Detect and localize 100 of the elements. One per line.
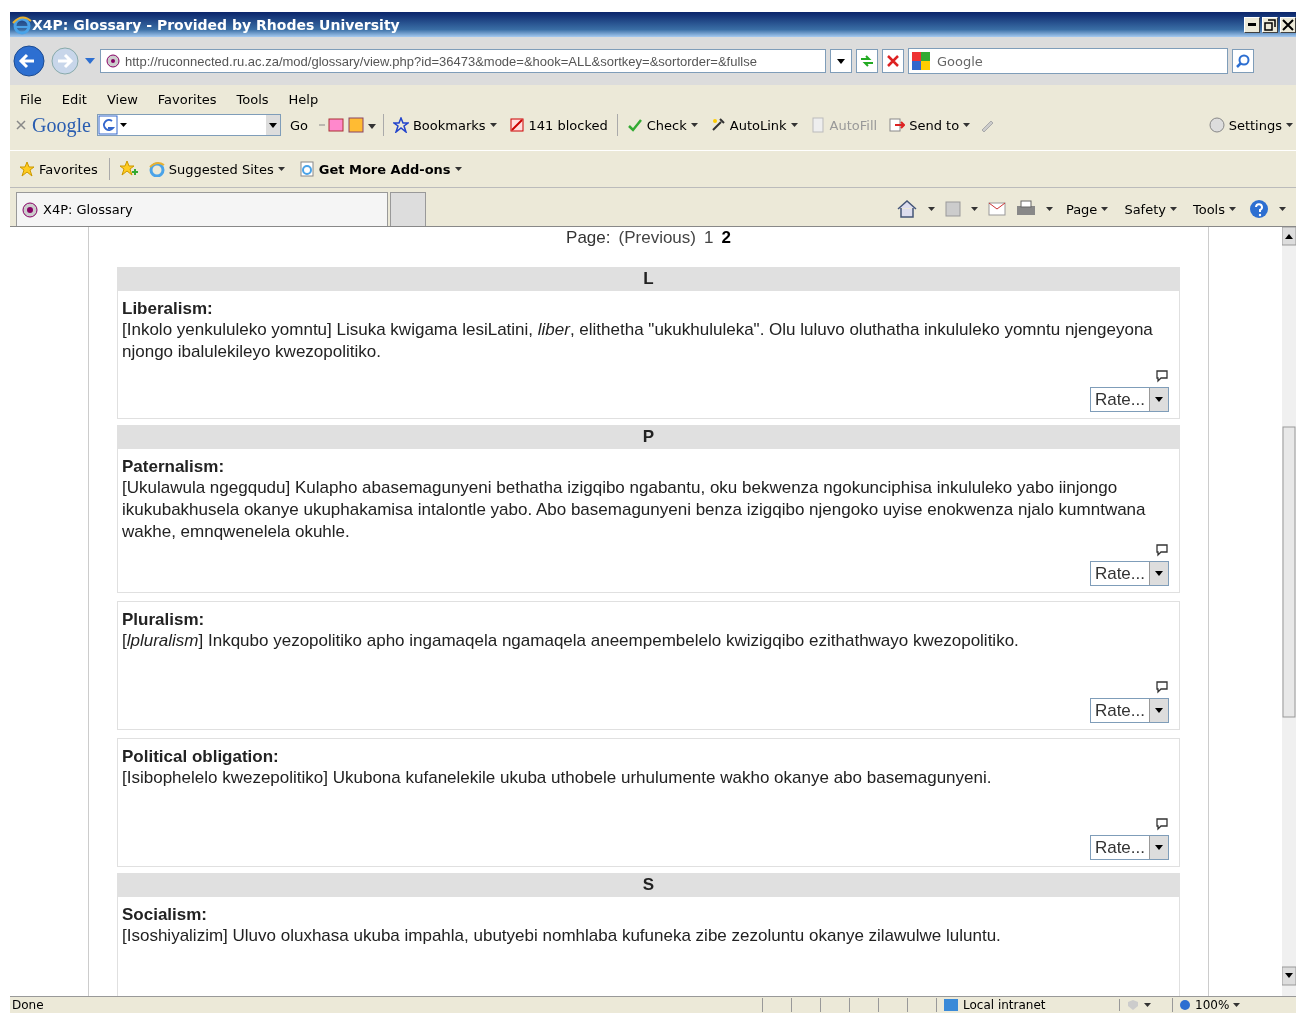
toolbar-button[interactable]: Check xyxy=(623,117,701,133)
caret-icon[interactable] xyxy=(1169,207,1177,211)
caret-icon xyxy=(1155,571,1163,576)
address-field[interactable]: http://ruconnected.ru.ac.za/mod/glossary/view.php?id=36473&mode=&hook=ALL&sortkey=&sortorder=&fullse xyxy=(100,49,826,73)
caret-icon xyxy=(1155,397,1163,402)
letter-heading: S xyxy=(117,873,1180,897)
caret-icon[interactable] xyxy=(963,123,971,127)
entry-term: Political obligation: xyxy=(122,747,280,767)
menu-item[interactable]: Help xyxy=(278,91,329,107)
caret-icon xyxy=(1155,845,1163,850)
entry-definition: [Isoshiyalizim] Uluvo oluxhasa ukuba impahla, ubutyebi nomhlaba kufuneka zibe zezoluntu okanye zilawulwe luluntu. xyxy=(122,925,1002,947)
pager-label: Page: xyxy=(566,228,611,247)
refresh-icon xyxy=(859,54,875,68)
window-title: X4P: Glossary - Provided by Rhodes University xyxy=(32,16,401,33)
search-engine-icon xyxy=(97,115,128,135)
minimize-icon xyxy=(1248,23,1256,26)
command-button[interactable]: Tools xyxy=(1189,201,1239,217)
home-icon[interactable] xyxy=(895,199,918,219)
caret-icon[interactable] xyxy=(454,167,462,171)
rating-dropdown[interactable]: Rate... xyxy=(1089,561,1169,586)
close-button[interactable] xyxy=(1280,16,1296,33)
search-icon xyxy=(1236,54,1250,68)
minimize-button[interactable] xyxy=(1244,16,1260,33)
toolbar-logo: Google xyxy=(32,113,91,137)
menu-item[interactable]: Edit xyxy=(51,91,97,107)
caret-icon[interactable] xyxy=(1279,207,1286,211)
toolbar-button[interactable]: Send to xyxy=(886,117,974,133)
comment-icon[interactable] xyxy=(1155,817,1169,831)
command-button[interactable]: Page xyxy=(1062,201,1112,217)
help-icon[interactable] xyxy=(1249,199,1269,219)
menu-item[interactable]: View xyxy=(96,91,148,107)
caret-icon[interactable] xyxy=(1286,123,1293,127)
caret-icon[interactable] xyxy=(1045,207,1053,211)
letter-heading: P xyxy=(117,425,1180,449)
search-field[interactable]: Google xyxy=(908,48,1228,74)
circle-icon xyxy=(1208,117,1225,133)
back-button[interactable] xyxy=(12,44,46,78)
caret-icon xyxy=(1155,708,1163,713)
page-icon xyxy=(298,161,315,177)
restore-icon xyxy=(1264,18,1276,31)
settings-button[interactable]: Settings xyxy=(1205,117,1296,133)
previous-link[interactable]: (Previous) xyxy=(618,228,696,247)
zoom-level[interactable]: 100% xyxy=(1172,998,1247,1012)
page-link[interactable]: 1 xyxy=(704,228,714,247)
caret-icon[interactable] xyxy=(690,123,698,127)
blocked-icon xyxy=(508,117,525,133)
send-icon xyxy=(889,117,906,133)
toolbar-button[interactable]: AutoLink xyxy=(706,117,801,133)
stop-button[interactable] xyxy=(882,49,904,73)
toolbar-button[interactable]: Go xyxy=(286,117,311,133)
caret-icon[interactable] xyxy=(1144,1003,1151,1007)
browser-logo-icon xyxy=(12,14,32,35)
caret-icon[interactable] xyxy=(970,207,978,211)
search-button[interactable] xyxy=(1232,49,1254,73)
favorites-item[interactable]: Favorites xyxy=(16,161,101,177)
toolbar-search-field[interactable] xyxy=(96,114,281,136)
page-icon xyxy=(105,53,121,69)
zoom-icon xyxy=(1179,999,1191,1011)
browser-logo-icon xyxy=(148,161,165,177)
toolbar-button[interactable]: Bookmarks xyxy=(389,117,500,133)
entry-term: Paternalism: xyxy=(122,457,226,477)
comment-icon[interactable] xyxy=(1155,543,1169,557)
scroll-bar[interactable] xyxy=(1282,227,1296,996)
menu-item[interactable]: File xyxy=(10,91,52,107)
rating-dropdown[interactable]: Rate... xyxy=(1089,835,1169,860)
dropdown-icon[interactable] xyxy=(84,57,96,65)
star-icon xyxy=(19,161,35,177)
command-button[interactable]: Safety xyxy=(1121,201,1180,217)
dropdown-button[interactable] xyxy=(830,49,852,73)
caret-icon[interactable] xyxy=(1229,207,1236,211)
entry-definition: [Inkolo yenkululeko yomntu] Lisuka kwigama lesiLatini, liber, elithetha "ukukhululeka". Olu luluvo oluthatha inkululeko yomntu njengeyona njongo ibalulekileyo kwezopolitiko. xyxy=(122,319,1154,363)
entry-term: Pluralism: xyxy=(122,610,206,630)
caret-icon[interactable] xyxy=(927,207,935,211)
menu-item[interactable]: Tools xyxy=(226,91,279,107)
status-text: Done xyxy=(11,998,45,1012)
comment-icon[interactable] xyxy=(1155,369,1169,383)
restore-button[interactable] xyxy=(1262,16,1278,33)
entry-definition: [Isibophelelo kwezepolitiko] Ukubona kufanelekile ukuba uthobele urhulumente wakho okanye abo basemagunyeni. xyxy=(122,767,993,789)
toolbar-button[interactable]: 141 blocked xyxy=(505,117,611,133)
rating-dropdown[interactable]: Rate... xyxy=(1089,698,1169,723)
caret-icon[interactable] xyxy=(277,167,285,171)
entry-term: Liberalism: xyxy=(122,299,214,319)
caret-icon xyxy=(837,58,845,64)
security-zone: Local intranet xyxy=(936,998,1119,1012)
toolbar-icons-drawing xyxy=(316,116,377,134)
browser-tab[interactable]: X4P: Glossary xyxy=(16,192,388,226)
caret-icon[interactable] xyxy=(790,123,798,127)
printer-icon[interactable] xyxy=(1015,200,1036,218)
caret-icon[interactable] xyxy=(1101,207,1109,211)
caret-icon[interactable] xyxy=(1233,1003,1241,1007)
favorites-item[interactable]: Suggested Sites xyxy=(145,161,288,177)
menu-item[interactable]: Favorites xyxy=(147,91,227,107)
close-icon[interactable] xyxy=(16,120,26,130)
page-link[interactable]: 2 xyxy=(721,228,731,247)
dropdown-icon xyxy=(265,115,280,135)
caret-icon[interactable] xyxy=(489,123,497,127)
favorites-item[interactable]: Get More Add-ons xyxy=(295,161,465,177)
rating-dropdown[interactable]: Rate... xyxy=(1089,387,1169,412)
comment-icon[interactable] xyxy=(1155,680,1169,694)
mail-icon[interactable] xyxy=(987,202,1006,216)
